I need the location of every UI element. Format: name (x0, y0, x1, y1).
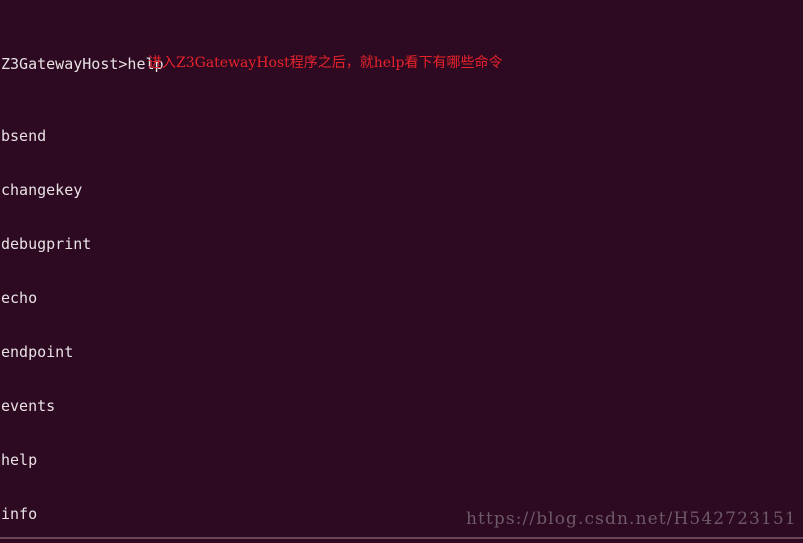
terminal-line-command: help (1, 451, 38, 469)
terminal-line-command: changekey (1, 181, 83, 199)
terminal-line-command: events (1, 397, 56, 415)
terminal-line-command: debugprint (1, 235, 92, 253)
window-bottom-strip (0, 539, 803, 543)
terminal-output-buffer[interactable]: Z3GatewayHost>help bsend changekey debug… (1, 1, 801, 543)
terminal-line-command: echo (1, 289, 38, 307)
annotation-text: 进入Z3GatewayHost程序之后，就help看下有哪些命令 (148, 55, 503, 71)
terminal-line-command: endpoint (1, 343, 74, 361)
watermark-url: https://blog.csdn.net/H542723151 (466, 509, 797, 529)
terminal-line-command: bsend (1, 127, 47, 145)
terminal-window[interactable]: Z3GatewayHost>help bsend changekey debug… (0, 0, 803, 543)
